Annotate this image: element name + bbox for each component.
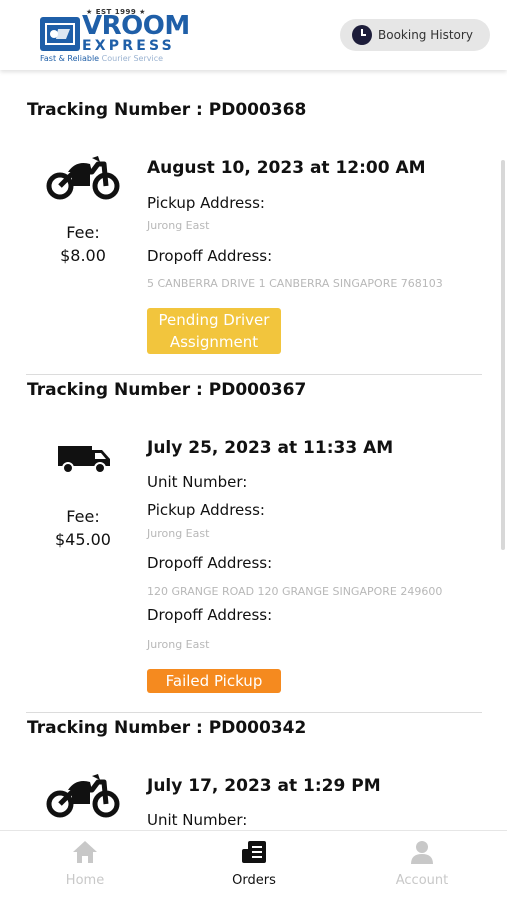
dropoff-address-value-2: Jurong East xyxy=(147,638,210,651)
dropoff-address-label: Dropoff Address: xyxy=(147,247,273,265)
motorcycle-icon xyxy=(46,152,120,204)
nav-home[interactable]: Home xyxy=(25,839,145,888)
fee-value: $8.00 xyxy=(60,246,106,265)
scrollbar[interactable] xyxy=(501,160,505,550)
order-datetime: July 17, 2023 at 1:29 PM xyxy=(147,776,381,796)
nav-home-label: Home xyxy=(65,873,105,888)
divider xyxy=(26,712,482,713)
home-icon xyxy=(73,841,97,863)
tracking-number: Tracking Number : PD000368 xyxy=(27,100,307,120)
pickup-address-value: Jurong East xyxy=(147,527,210,540)
account-icon xyxy=(411,841,433,864)
dropoff-address-value: 5 CANBERRA DRIVE 1 CANBERRA SINGAPORE 76… xyxy=(147,277,443,290)
orders-list[interactable]: Tracking Number : PD000368 Fee: $8.00 Au… xyxy=(0,70,507,830)
logo-brand-text: VROOM xyxy=(82,11,190,41)
nav-account-label: Account xyxy=(395,873,449,888)
logo-tagline-dim: Courier Service xyxy=(101,54,164,63)
order-datetime: August 10, 2023 at 12:00 AM xyxy=(147,158,426,178)
pickup-address-label: Pickup Address: xyxy=(147,501,265,519)
status-badge: Failed Pickup xyxy=(147,669,281,693)
tracking-number: Tracking Number : PD000342 xyxy=(27,718,307,738)
fee-value: $45.00 xyxy=(55,530,111,549)
dropoff-address-label: Dropoff Address: xyxy=(147,554,273,572)
nav-orders[interactable]: Orders xyxy=(194,839,314,888)
booking-history-button[interactable]: Booking History xyxy=(340,19,490,51)
pickup-address-label: Pickup Address: xyxy=(147,194,265,212)
motorcycle-icon xyxy=(46,770,120,822)
van-icon xyxy=(54,442,112,478)
order-datetime: July 25, 2023 at 11:33 AM xyxy=(147,438,394,458)
bottom-navigation: Home Orders Account xyxy=(0,830,507,900)
dropoff-address-value: 120 GRANGE ROAD 120 GRANGE SINGAPORE 249… xyxy=(147,585,443,598)
unit-number-label: Unit Number: xyxy=(147,811,248,829)
fee-label: Fee: xyxy=(66,223,100,242)
pickup-address-value: Jurong East xyxy=(147,219,210,232)
logo-tagline: Fast & Reliable Courier Service xyxy=(40,54,163,63)
vroom-express-logo: ★ EST 1999 ★ VROOM EXPRESS Fast & Reliab… xyxy=(38,8,190,66)
tracking-number: Tracking Number : PD000367 xyxy=(27,380,307,400)
logo-sub-text: EXPRESS xyxy=(82,38,175,54)
courier-badge-icon xyxy=(40,17,80,51)
orders-icon xyxy=(242,841,266,863)
nav-orders-label: Orders xyxy=(232,873,276,888)
divider xyxy=(26,374,482,375)
fee-label: Fee: xyxy=(66,507,100,526)
status-badge: Pending Driver Assignment xyxy=(147,308,281,354)
nav-account[interactable]: Account xyxy=(362,839,482,888)
dropoff-address-label-2: Dropoff Address: xyxy=(147,606,273,624)
clock-icon xyxy=(352,25,372,45)
logo-tagline-main: Fast & Reliable xyxy=(40,54,100,63)
booking-history-label: Booking History xyxy=(378,28,473,42)
app-header: ★ EST 1999 ★ VROOM EXPRESS Fast & Reliab… xyxy=(0,0,507,70)
unit-number-label: Unit Number: xyxy=(147,473,248,491)
